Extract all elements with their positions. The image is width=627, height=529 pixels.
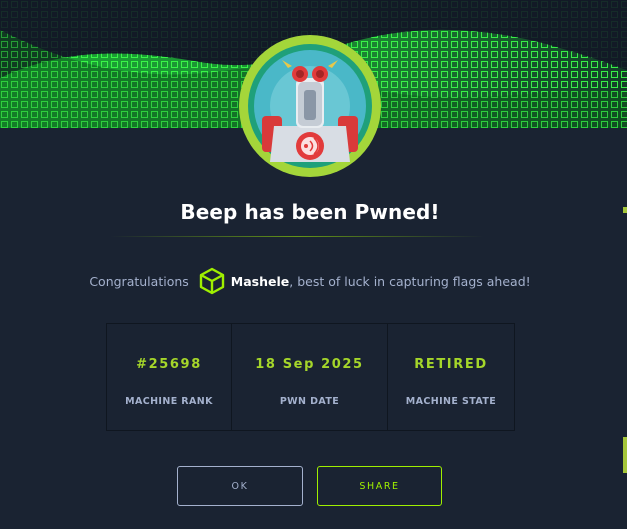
- title-divider: [110, 236, 484, 237]
- cube-icon: [199, 267, 225, 295]
- stats-panel: #25698 MACHINE RANK 18 Sep 2025 PWN DATE…: [106, 323, 515, 431]
- stat-machine-rank: #25698 MACHINE RANK: [107, 324, 231, 430]
- ok-button[interactable]: OK: [177, 466, 303, 506]
- background-edge: [621, 0, 627, 529]
- congrats-suffix: , best of luck in capturing flags ahead!: [289, 273, 531, 289]
- congratulations-message: Congratulations Mashele , best of luck i…: [0, 266, 620, 296]
- stat-pwn-date: 18 Sep 2025 PWN DATE: [231, 324, 387, 430]
- edge-marker: [623, 437, 627, 473]
- stat-value: RETIRED: [414, 357, 488, 372]
- username[interactable]: Mashele: [231, 274, 289, 289]
- stat-label: MACHINE RANK: [125, 396, 213, 407]
- share-button[interactable]: SHARE: [317, 466, 442, 506]
- stat-label: PWN DATE: [279, 396, 340, 407]
- stat-label: MACHINE STATE: [405, 396, 497, 407]
- stat-value: 18 Sep 2025: [255, 357, 364, 372]
- stat-value: #25698: [136, 357, 202, 372]
- machine-avatar: [238, 34, 382, 178]
- congrats-prefix: Congratulations: [89, 273, 189, 289]
- pwned-title: Beep has been Pwned!: [180, 200, 440, 224]
- stat-machine-state: RETIRED MACHINE STATE: [387, 324, 514, 430]
- machine-avatar-icon: [239, 35, 381, 177]
- edge-marker: [623, 207, 627, 213]
